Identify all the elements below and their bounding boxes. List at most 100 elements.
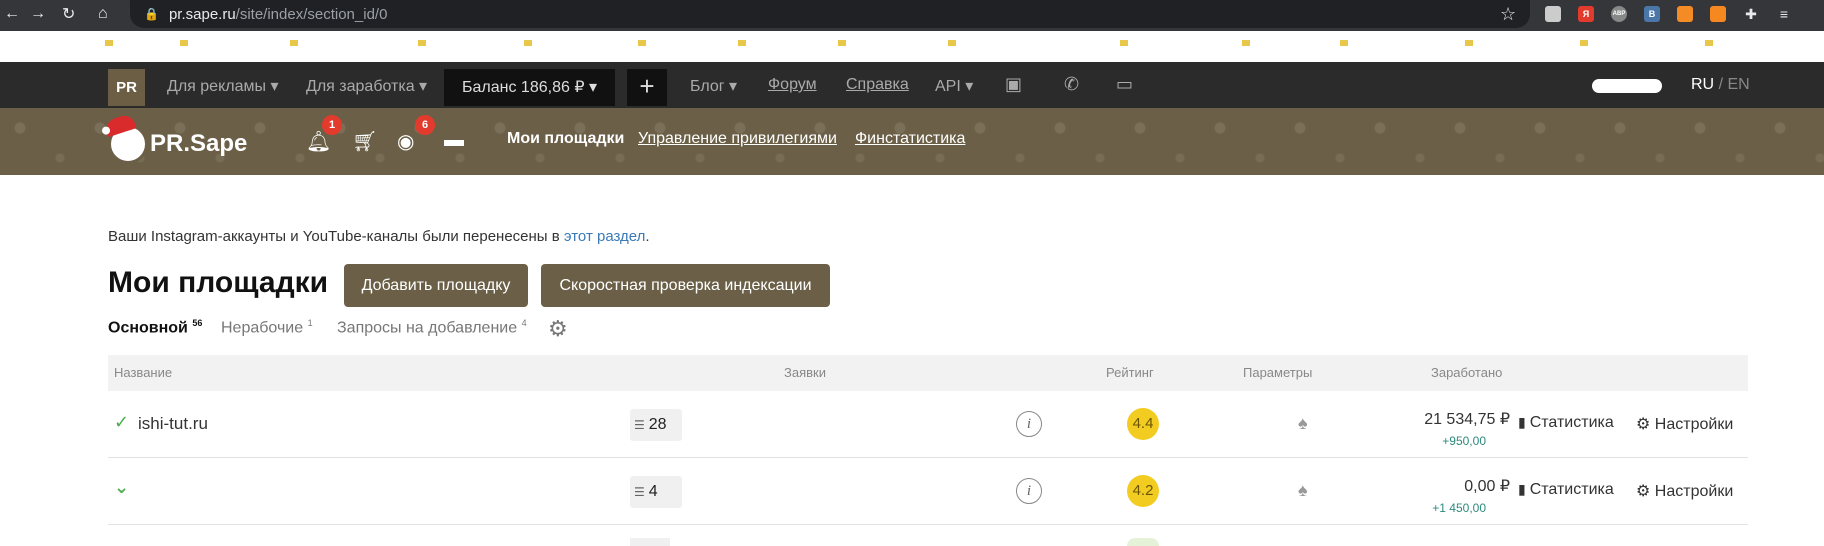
reload-icon[interactable]: ↻ bbox=[62, 0, 75, 28]
gear-icon[interactable]: ⚙ bbox=[548, 316, 568, 342]
lang-ru[interactable]: RU bbox=[1691, 76, 1714, 93]
requests-badge[interactable]: ☰ 4 bbox=[630, 476, 682, 508]
cart-icon[interactable]: 🛒︎ bbox=[352, 129, 377, 154]
notifications-badge: 1 bbox=[322, 115, 342, 135]
brand-bar: PR.Sape 🔔︎ 1 🛒︎ ◉ 6 ▬ Мои площадки Управ… bbox=[0, 108, 1824, 175]
nav-finstats[interactable]: Финстатистика bbox=[855, 130, 965, 148]
eye-icon[interactable]: ◉ bbox=[397, 129, 414, 154]
bookmark-folder-icon[interactable] bbox=[1705, 40, 1713, 46]
chevron-check-icon[interactable]: ⌄ bbox=[114, 477, 129, 498]
earned-delta: +950,00 bbox=[1442, 434, 1486, 448]
santa-hat-icon bbox=[103, 112, 137, 138]
bookmark-folder-icon[interactable] bbox=[524, 40, 532, 46]
rating-badge: 4.4 bbox=[1127, 408, 1159, 440]
col-requests[interactable]: Заявки bbox=[784, 365, 826, 380]
table-row: ⌄ ☰ 4 i 4.2 ♠ 0,00 ₽ +1 450,00 ▮ Статистик… bbox=[108, 458, 1748, 525]
abp-ext-icon[interactable]: ABP bbox=[1611, 6, 1627, 22]
rating-badge: 4.2 bbox=[1127, 475, 1159, 507]
bookmark-folder-icon[interactable] bbox=[638, 40, 646, 46]
col-rating[interactable]: Рейтинг bbox=[1106, 365, 1154, 380]
bookmark-folder-icon[interactable] bbox=[1340, 40, 1348, 46]
bar-chart-icon: ▮ bbox=[1518, 414, 1526, 430]
chat-bubbles-icon[interactable]: ▣ bbox=[1005, 74, 1022, 95]
bookmark-folder-icon[interactable] bbox=[105, 40, 113, 46]
playlist-icon[interactable]: ≡ bbox=[1776, 6, 1792, 22]
nav-my-sites[interactable]: Мои площадки bbox=[507, 130, 624, 148]
tab-inactive[interactable]: Нерабочие 1 bbox=[221, 318, 313, 337]
bookmark-folder-icon[interactable] bbox=[1580, 40, 1588, 46]
statistics-link[interactable]: ▮ Статистика bbox=[1518, 481, 1614, 499]
add-site-button[interactable]: Добавить площадку bbox=[344, 264, 528, 307]
statistics-link[interactable]: ▮ Статистика bbox=[1518, 414, 1614, 432]
speed-check-button[interactable]: Скоростная проверка индексации bbox=[541, 264, 830, 307]
monitor-icon[interactable]: ▭ bbox=[1116, 74, 1133, 95]
bookmark-folder-icon[interactable] bbox=[418, 40, 426, 46]
forward-icon[interactable]: → bbox=[30, 0, 46, 28]
address-bar[interactable]: 🔒 pr.sape.ru /site/index/section_id/0 bbox=[130, 0, 1530, 28]
cog-icon: ⚙ bbox=[1636, 416, 1651, 433]
balance-dropdown[interactable]: Баланс 186,86 ₽ ▾ bbox=[444, 69, 615, 106]
puzzle-icon[interactable]: ✚ bbox=[1743, 6, 1759, 22]
earned-amount: 0,00 ₽ bbox=[1464, 478, 1510, 495]
tab-main[interactable]: Основной 56 bbox=[108, 318, 202, 337]
bookmark-folder-icon[interactable] bbox=[1120, 40, 1128, 46]
spade-icon[interactable]: ♠ bbox=[1298, 413, 1308, 434]
requests-list-icon: ☰ bbox=[634, 485, 645, 499]
col-earned[interactable]: Заработано bbox=[1431, 365, 1502, 380]
info-icon[interactable]: i bbox=[1016, 478, 1042, 504]
settings-link[interactable]: ⚙ Настройки bbox=[1636, 414, 1733, 434]
add-funds-button[interactable]: + bbox=[627, 69, 667, 106]
url-host: pr.sape.ru bbox=[168, 5, 236, 23]
site-name[interactable]: ishi-tut.ru bbox=[138, 414, 208, 434]
api-menu[interactable]: API ▾ bbox=[935, 76, 973, 96]
tab-requests[interactable]: Запросы на добавление 4 bbox=[337, 318, 527, 337]
spade-icon[interactable]: ♠ bbox=[1298, 480, 1308, 501]
bookmark-folder-icon[interactable] bbox=[1465, 40, 1473, 46]
home-icon[interactable]: ⌂ bbox=[98, 0, 108, 28]
earned-delta: +1 450,00 bbox=[1432, 501, 1486, 515]
bookmark-folder-icon[interactable] bbox=[290, 40, 298, 46]
back-icon[interactable]: ← bbox=[4, 0, 20, 28]
yandex-ext-icon[interactable]: Я bbox=[1578, 6, 1594, 22]
info-icon[interactable]: i bbox=[1016, 411, 1042, 437]
requests-badge[interactable]: ☰ 28 bbox=[630, 409, 682, 441]
table-header: Название Заявки Рейтинг Параметры Зарабо… bbox=[108, 355, 1748, 391]
notice-link[interactable]: этот раздел bbox=[564, 228, 646, 245]
pr-badge[interactable]: PR bbox=[108, 69, 145, 106]
blog-menu[interactable]: Блог ▾ bbox=[690, 76, 737, 96]
logo-mark-icon bbox=[103, 112, 148, 164]
cog-icon: ⚙ bbox=[1636, 483, 1651, 500]
bookmark-star-icon[interactable]: ☆ bbox=[1500, 4, 1516, 25]
nav-privileges[interactable]: Управление привилегиями bbox=[638, 130, 837, 148]
lang-en[interactable]: EN bbox=[1727, 76, 1749, 93]
col-name[interactable]: Название bbox=[114, 365, 172, 380]
help-link[interactable]: Справка bbox=[846, 76, 909, 94]
table-row-partial bbox=[108, 530, 1748, 546]
views-badge: 6 bbox=[415, 115, 435, 135]
col-params[interactable]: Параметры bbox=[1243, 365, 1312, 380]
forum-link[interactable]: Форум bbox=[768, 76, 817, 94]
bookmark-folder-icon[interactable] bbox=[1242, 40, 1250, 46]
migration-notice: Ваши Instagram-аккаунты и YouTube-каналы… bbox=[108, 228, 650, 245]
user-account[interactable] bbox=[1592, 79, 1662, 93]
browser-toolbar: ← → ↻ ⌂ 🔒 pr.sape.ru /site/index/section… bbox=[0, 0, 1824, 28]
message-icon[interactable]: ▬ bbox=[444, 129, 464, 152]
bookmark-folder-icon[interactable] bbox=[180, 40, 188, 46]
phone-icon[interactable]: ✆ bbox=[1064, 74, 1079, 95]
language-switcher[interactable]: RU / EN bbox=[1691, 76, 1750, 94]
page-title: Мои площадки bbox=[108, 266, 329, 299]
site-ext-icon[interactable] bbox=[1545, 6, 1561, 22]
for-earning-menu[interactable]: Для заработка ▾ bbox=[306, 76, 427, 96]
vk-ext-icon[interactable]: B bbox=[1644, 6, 1660, 22]
top-navigation: PR Для рекламы ▾ Для заработка ▾ Баланс … bbox=[0, 62, 1824, 108]
rss-ext-icon[interactable] bbox=[1677, 6, 1693, 22]
earned-amount: 21 534,75 ₽ bbox=[1424, 411, 1510, 428]
pr-sape-logo[interactable]: PR.Sape bbox=[103, 112, 247, 164]
bookmark-folder-icon[interactable] bbox=[948, 40, 956, 46]
lock-icon: 🔒 bbox=[144, 7, 159, 21]
settings-link[interactable]: ⚙ Настройки bbox=[1636, 481, 1733, 501]
for-ads-menu[interactable]: Для рекламы ▾ bbox=[167, 76, 278, 96]
ok-ext-icon[interactable] bbox=[1710, 6, 1726, 22]
bookmark-folder-icon[interactable] bbox=[738, 40, 746, 46]
bookmark-folder-icon[interactable] bbox=[838, 40, 846, 46]
